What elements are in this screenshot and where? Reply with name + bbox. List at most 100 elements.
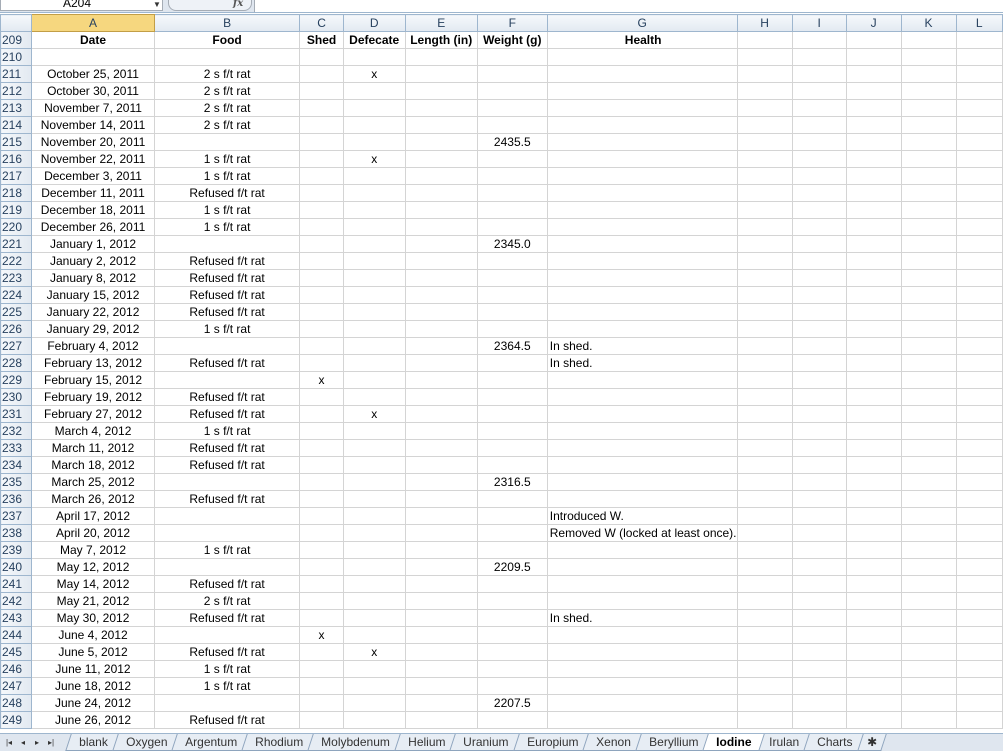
- cell-c[interactable]: x: [299, 371, 344, 389]
- cell-g[interactable]: [546, 286, 738, 304]
- cell-g[interactable]: [546, 184, 738, 202]
- cell-i[interactable]: [791, 65, 847, 83]
- cell-i[interactable]: [791, 524, 847, 542]
- cell-l[interactable]: [955, 439, 1003, 457]
- cell-i[interactable]: [791, 490, 847, 508]
- cell-f[interactable]: [476, 371, 548, 389]
- cell-h[interactable]: [736, 422, 793, 440]
- row-header[interactable]: 230: [0, 388, 33, 406]
- row-header[interactable]: 234: [0, 456, 33, 474]
- cell-g[interactable]: [546, 388, 738, 406]
- cell-h[interactable]: [736, 354, 793, 372]
- cell-d[interactable]: x: [342, 643, 406, 661]
- cell-k[interactable]: [900, 82, 957, 100]
- sheet-tab-iodine[interactable]: Iodine: [702, 734, 766, 751]
- cell-j[interactable]: [845, 507, 902, 525]
- cell-d[interactable]: [342, 167, 406, 185]
- row-header[interactable]: 244: [0, 626, 33, 644]
- row-header[interactable]: 227: [0, 337, 33, 355]
- cell-j[interactable]: [845, 167, 902, 185]
- cell-b[interactable]: 2 s f/t rat: [153, 82, 301, 100]
- cell-c[interactable]: [299, 711, 344, 729]
- row-header[interactable]: 228: [0, 354, 33, 372]
- row-header[interactable]: 235: [0, 473, 33, 491]
- cell-a[interactable]: November 20, 2011: [31, 133, 155, 151]
- cell-j[interactable]: [845, 150, 902, 168]
- cell-i[interactable]: [791, 286, 847, 304]
- cell-e[interactable]: [404, 337, 478, 355]
- cell-l[interactable]: [955, 592, 1003, 610]
- cell-i[interactable]: [791, 643, 847, 661]
- cell-e[interactable]: [404, 184, 478, 202]
- cell-j[interactable]: [845, 405, 902, 423]
- cell-j[interactable]: [845, 643, 902, 661]
- cell-e[interactable]: [404, 456, 478, 474]
- cell-k[interactable]: [900, 388, 957, 406]
- cell-j[interactable]: [845, 116, 902, 134]
- cell-f[interactable]: [476, 269, 548, 287]
- cell-d[interactable]: [342, 48, 406, 66]
- cell-a[interactable]: December 11, 2011: [31, 184, 155, 202]
- cell-k[interactable]: [900, 252, 957, 270]
- cell-b[interactable]: 2 s f/t rat: [153, 116, 301, 134]
- cell-l[interactable]: [955, 252, 1003, 270]
- cell-b[interactable]: [153, 48, 301, 66]
- cell-k[interactable]: [900, 541, 957, 559]
- cell-j[interactable]: [845, 490, 902, 508]
- cell-i[interactable]: [791, 609, 847, 627]
- prev-sheet-icon[interactable]: ◂: [16, 735, 30, 750]
- cell-b[interactable]: Refused f/t rat: [153, 184, 301, 202]
- cell-l[interactable]: [955, 82, 1003, 100]
- cell-g[interactable]: [546, 626, 738, 644]
- cell-b[interactable]: 1 s f/t rat: [153, 422, 301, 440]
- cell-a[interactable]: January 1, 2012: [31, 235, 155, 253]
- cell-j[interactable]: [845, 711, 902, 729]
- cell-a[interactable]: May 7, 2012: [31, 541, 155, 559]
- row-header[interactable]: 220: [0, 218, 33, 236]
- cell-b[interactable]: 1 s f/t rat: [153, 201, 301, 219]
- cell-h[interactable]: [736, 711, 793, 729]
- cell-f[interactable]: Weight (g): [476, 31, 548, 49]
- cell-b[interactable]: Refused f/t rat: [153, 388, 301, 406]
- cell-l[interactable]: [955, 218, 1003, 236]
- row-header[interactable]: 247: [0, 677, 33, 695]
- cell-h[interactable]: [736, 388, 793, 406]
- cell-b[interactable]: 2 s f/t rat: [153, 65, 301, 83]
- row-header[interactable]: 229: [0, 371, 33, 389]
- cell-j[interactable]: [845, 31, 902, 49]
- cell-d[interactable]: [342, 711, 406, 729]
- cell-e[interactable]: [404, 354, 478, 372]
- cell-h[interactable]: [736, 643, 793, 661]
- cell-l[interactable]: [955, 65, 1003, 83]
- cell-f[interactable]: [476, 439, 548, 457]
- cell-l[interactable]: [955, 48, 1003, 66]
- cell-a[interactable]: [31, 48, 155, 66]
- cell-g[interactable]: [546, 99, 738, 117]
- sheet-tab-molybdenum[interactable]: Molybdenum: [307, 734, 404, 751]
- cell-f[interactable]: 2435.5: [476, 133, 548, 151]
- cell-k[interactable]: [900, 235, 957, 253]
- cell-a[interactable]: October 30, 2011: [31, 82, 155, 100]
- column-header-h[interactable]: H: [736, 14, 793, 32]
- column-header-c[interactable]: C: [299, 14, 344, 32]
- cell-d[interactable]: x: [342, 405, 406, 423]
- cell-d[interactable]: [342, 133, 406, 151]
- cell-l[interactable]: [955, 558, 1003, 576]
- cell-b[interactable]: [153, 694, 301, 712]
- cell-l[interactable]: [955, 524, 1003, 542]
- cell-j[interactable]: [845, 48, 902, 66]
- cell-h[interactable]: [736, 269, 793, 287]
- cell-f[interactable]: [476, 422, 548, 440]
- cell-b[interactable]: Refused f/t rat: [153, 439, 301, 457]
- cell-c[interactable]: [299, 422, 344, 440]
- cell-h[interactable]: [736, 558, 793, 576]
- cell-f[interactable]: [476, 99, 548, 117]
- cell-d[interactable]: [342, 694, 406, 712]
- cell-j[interactable]: [845, 456, 902, 474]
- cell-j[interactable]: [845, 320, 902, 338]
- cell-g[interactable]: [546, 439, 738, 457]
- cell-j[interactable]: [845, 422, 902, 440]
- cell-j[interactable]: [845, 65, 902, 83]
- cell-d[interactable]: [342, 269, 406, 287]
- cell-i[interactable]: [791, 473, 847, 491]
